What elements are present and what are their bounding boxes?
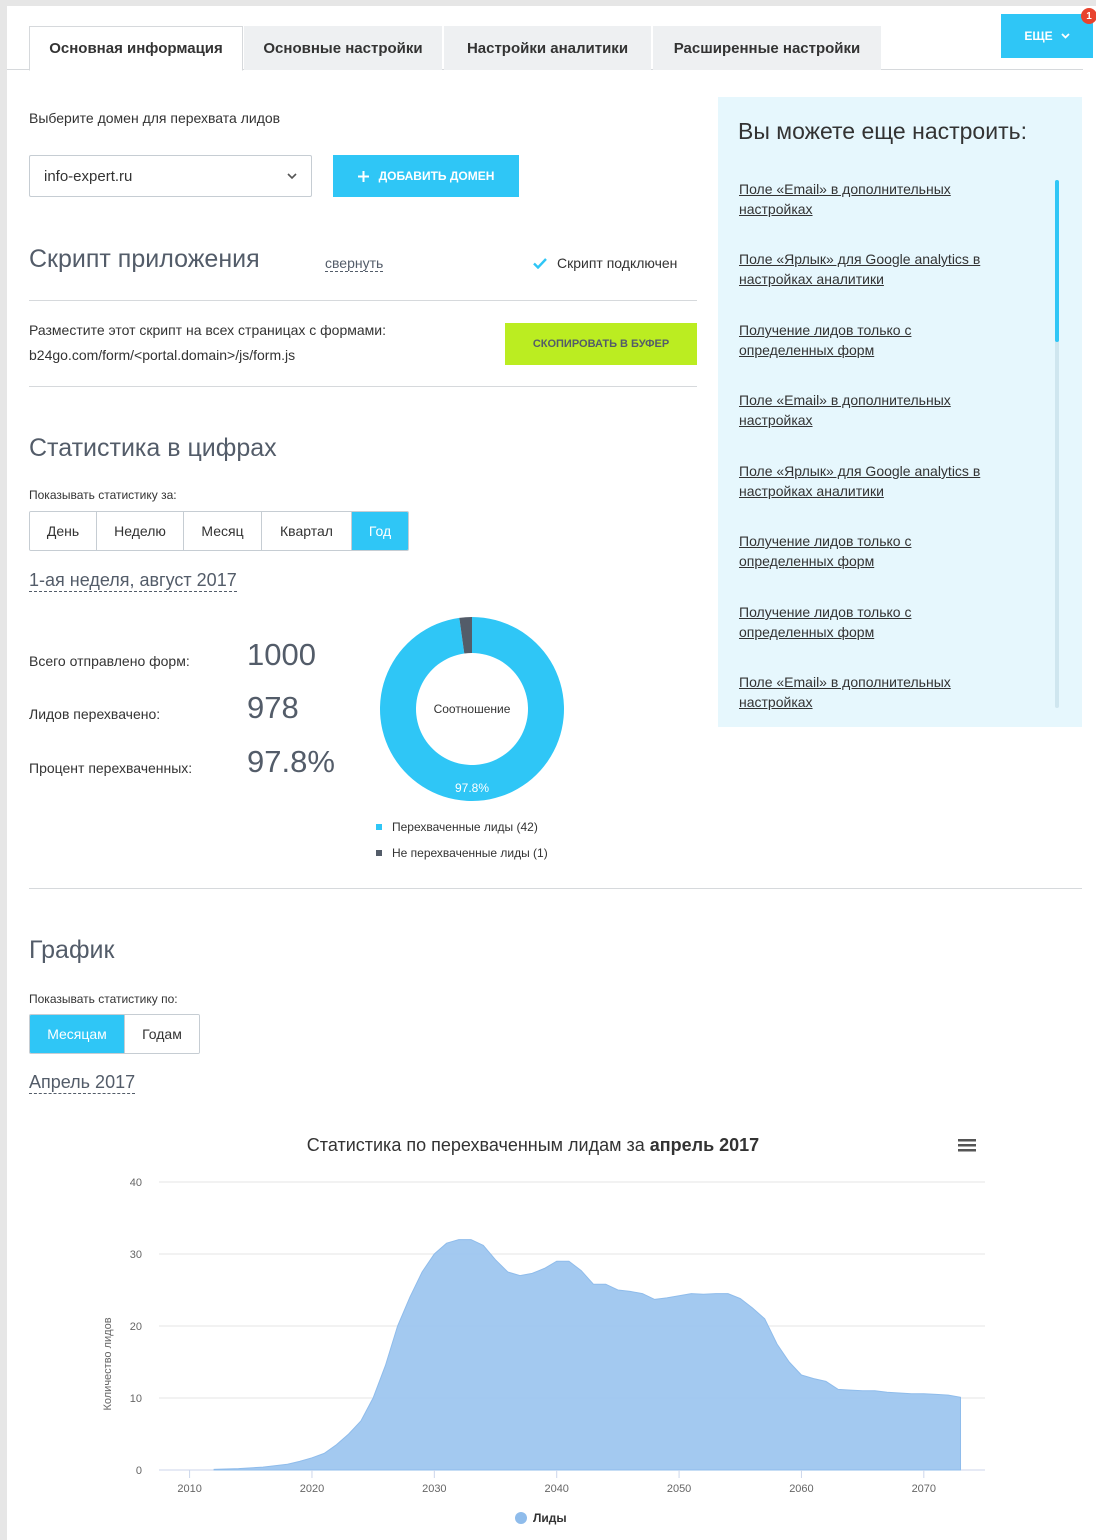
x-tick-label: 2070 (912, 1483, 936, 1495)
x-tick-label: 2010 (177, 1483, 201, 1495)
script-status: Скрипт подключен (533, 255, 677, 271)
y-tick-label: 0 (136, 1465, 142, 1477)
leads-area-chart: Статистика по перехваченным лидам за апр… (102, 1135, 985, 1525)
graph-by-label: Показывать статистику по: (29, 992, 178, 1006)
x-tick-label: 2040 (544, 1483, 568, 1495)
forms-sent-label: Всего отправлено форм: (29, 653, 190, 669)
chart-legend[interactable]: Лиды (515, 1511, 567, 1525)
hamburger-menu-icon[interactable] (958, 1139, 976, 1152)
donut-percent-label: 97.8% (455, 781, 489, 795)
graph-period-picker[interactable]: Апрель 2017 (29, 1072, 136, 1094)
stats-title: Статистика в цифрах (29, 434, 277, 462)
suggestion-link[interactable]: Получение лидов только с определенных фо… (739, 320, 1009, 360)
mode-years[interactable]: Годам (125, 1015, 199, 1053)
chevron-down-icon (287, 173, 297, 180)
leads-captured-label: Лидов перехвачено: (29, 706, 161, 722)
script-instruction: Разместите этот скрипт на всех страницах… (29, 322, 386, 338)
legend-swatch (376, 824, 382, 830)
tab-advanced-settings[interactable]: Расширенные настройки (653, 26, 881, 70)
collapse-link[interactable]: свернуть (325, 255, 384, 272)
domain-select[interactable]: info-expert.ru (29, 155, 312, 197)
check-icon (533, 257, 547, 269)
legend-series-name: Лиды (533, 1511, 567, 1525)
tab-bar: Основная информация Основные настройки Н… (7, 26, 1083, 71)
capture-percent-value: 97.8% (247, 744, 335, 779)
domain-label: Выберите домен для перехвата лидов (29, 110, 281, 126)
plus-icon (357, 170, 369, 182)
period-selector: День Неделю Месяц Квартал Год (29, 511, 409, 551)
legend-missed: Не перехваченные лиды (1) (376, 846, 548, 860)
chart-title-bold: апрель 2017 (650, 1135, 759, 1155)
suggestion-link[interactable]: Поле «Email» в дополнительных настройках (739, 672, 1009, 712)
period-week[interactable]: Неделю (97, 512, 184, 550)
donut-center-label: Соотношение (434, 702, 511, 716)
y-tick-label: 30 (130, 1249, 142, 1261)
add-domain-button[interactable]: ДОБАВИТЬ ДОМЕН (333, 155, 519, 197)
period-year[interactable]: Год (352, 512, 408, 550)
tab-main-info[interactable]: Основная информация (29, 26, 243, 71)
capture-percent-label: Процент перехваченных: (29, 760, 193, 776)
suggestion-link[interactable]: Получение лидов только с определенных фо… (739, 531, 1009, 571)
copy-to-clipboard-button[interactable]: СКОПИРОВАТЬ В БУФЕР (505, 323, 697, 365)
suggestion-link[interactable]: Поле «Email» в дополнительных настройках (739, 390, 1009, 430)
chart-title: Статистика по перехваченным лидам за апр… (307, 1135, 759, 1155)
divider (29, 888, 1082, 889)
script-status-text: Скрипт подключен (557, 255, 678, 271)
graph-mode-selector: Месяцам Годам (29, 1014, 200, 1054)
tab-analytics-settings[interactable]: Настройки аналитики (444, 26, 651, 70)
series-area-leads (213, 1239, 962, 1471)
graph-title: График (29, 936, 115, 964)
divider (29, 300, 697, 301)
chart-title-prefix: Статистика по перехваченным лидам за (307, 1135, 650, 1155)
mode-months[interactable]: Месяцам (30, 1015, 125, 1053)
x-tick-label: 2030 (422, 1483, 446, 1495)
legend-missed-text: Не перехваченные лиды (1) (392, 846, 548, 860)
x-tick-label: 2050 (667, 1483, 691, 1495)
legend-marker (515, 1512, 527, 1524)
more-button-label: ЕЩЕ (1024, 29, 1053, 43)
suggestion-link[interactable]: Поле «Email» в дополнительных настройках (739, 179, 1009, 219)
suggestions-panel: Вы можете еще настроить: Поле «Email» в … (718, 97, 1082, 727)
divider (29, 386, 697, 387)
x-tick-label: 2060 (789, 1483, 813, 1495)
domain-select-value: info-expert.ru (44, 167, 133, 185)
add-domain-label: ДОБАВИТЬ ДОМЕН (378, 169, 495, 183)
suggestion-link[interactable]: Поле «Ярлык» для Google analytics в наст… (739, 249, 1009, 289)
legend-captured: Перехваченные лиды (42) (376, 820, 538, 834)
y-tick-label: 20 (130, 1321, 142, 1333)
suggestion-link[interactable]: Получение лидов только с определенных фо… (739, 602, 1009, 642)
more-button[interactable]: ЕЩЕ 1 (1001, 8, 1096, 58)
y-axis-label: Количество лидов (102, 1317, 114, 1410)
tab-main-settings[interactable]: Основные настройки (244, 26, 442, 70)
script-path: b24go.com/form/<portal.domain>/js/form.j… (29, 347, 296, 363)
stats-period-label: Показывать статистику за: (29, 488, 177, 502)
y-tick-label: 10 (130, 1393, 142, 1405)
scrollbar-thumb[interactable] (1055, 180, 1059, 342)
period-month[interactable]: Месяц (184, 512, 262, 550)
script-title: Скрипт приложения (29, 245, 260, 273)
leads-captured-value: 978 (247, 690, 299, 725)
stats-period-picker[interactable]: 1-ая неделя, август 2017 (29, 570, 237, 592)
notification-badge: 1 (1081, 8, 1096, 24)
period-quarter[interactable]: Квартал (262, 512, 352, 550)
y-tick-label: 40 (130, 1177, 142, 1189)
page: Основная информация Основные настройки Н… (7, 6, 1096, 1540)
ratio-donut-chart: Соотношение 97.8% (380, 617, 564, 801)
legend-swatch (376, 850, 382, 856)
suggestion-link[interactable]: Поле «Ярлык» для Google analytics в наст… (739, 461, 1009, 501)
chevron-down-icon (1060, 33, 1070, 39)
x-tick-label: 2020 (300, 1483, 324, 1495)
forms-sent-value: 1000 (247, 637, 316, 672)
legend-captured-text: Перехваченные лиды (42) (392, 820, 538, 834)
suggestions-title: Вы можете еще настроить: (738, 118, 1027, 144)
period-day[interactable]: День (30, 512, 97, 550)
